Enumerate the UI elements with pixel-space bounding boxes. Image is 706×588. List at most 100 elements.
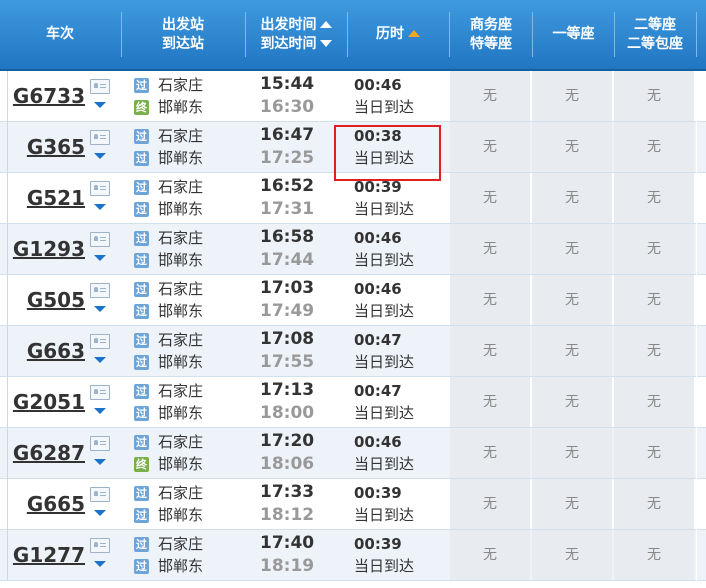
to-station-badge: 过	[134, 202, 149, 217]
column-divider	[696, 326, 697, 377]
train-number-link[interactable]: G665	[10, 479, 85, 529]
duration: 00:39	[354, 535, 402, 553]
second-seat-value: 无	[647, 445, 661, 461]
to-station: 邯郸东	[158, 506, 204, 524]
train-number-link[interactable]: G2051	[10, 377, 85, 427]
depart-time: 17:13	[260, 380, 315, 400]
depart-time: 16:47	[260, 125, 315, 145]
first-seat-value: 无	[565, 394, 579, 410]
chevron-down-icon[interactable]	[94, 510, 106, 516]
row-border	[7, 377, 8, 428]
sort-depart-time[interactable]: 出发时间	[261, 16, 332, 35]
chevron-down-icon[interactable]	[94, 459, 106, 465]
business-seat-cell: 无	[450, 275, 530, 325]
column-divider	[696, 71, 697, 122]
first-seat-cell: 无	[532, 377, 612, 427]
passenger-card-icon[interactable]	[90, 232, 110, 247]
second-seat-value: 无	[647, 547, 661, 563]
business-seat-value: 无	[483, 292, 497, 308]
passenger-card-icon[interactable]	[90, 436, 110, 451]
chevron-down-icon[interactable]	[94, 153, 106, 159]
passenger-card-icon[interactable]	[90, 334, 110, 349]
to-station-badge: 终	[134, 457, 149, 472]
second-seat-cell: 无	[614, 71, 694, 121]
first-seat-cell: 无	[532, 275, 612, 325]
from-station-badge: 过	[134, 180, 149, 195]
business-seat-cell: 无	[450, 224, 530, 274]
column-divider	[696, 428, 697, 479]
from-station: 石家庄	[158, 127, 204, 145]
passenger-card-icon[interactable]	[90, 181, 110, 196]
header-first: 一等座	[533, 0, 614, 69]
chevron-down-icon[interactable]	[94, 102, 106, 108]
passenger-card-icon[interactable]	[90, 130, 110, 145]
first-seat-cell: 无	[532, 122, 612, 172]
table-row: G663 过石家庄过邯郸东 17:08 17:55 00:47 当日到达 无 无 无	[0, 326, 706, 377]
header-separator	[696, 12, 697, 57]
duration: 00:39	[354, 484, 402, 502]
business-seat-value: 无	[483, 547, 497, 563]
train-number-link[interactable]: G365	[10, 122, 85, 172]
from-station: 石家庄	[158, 535, 204, 553]
from-station-badge: 过	[134, 435, 149, 450]
table-row: G505 过石家庄过邯郸东 17:03 17:49 00:46 当日到达 无 无 无	[0, 275, 706, 326]
from-station: 石家庄	[158, 178, 204, 196]
sort-arrive-time[interactable]: 到达时间	[261, 35, 332, 54]
column-divider	[696, 224, 697, 275]
second-seat-value: 无	[647, 394, 661, 410]
from-station-badge: 过	[134, 537, 149, 552]
depart-time: 17:03	[260, 278, 315, 298]
train-number-link[interactable]: G1277	[10, 530, 85, 580]
first-seat-value: 无	[565, 139, 579, 155]
train-number-link[interactable]: G6287	[10, 428, 85, 478]
business-seat-cell: 无	[450, 173, 530, 223]
sort-down-icon	[319, 39, 332, 47]
train-number-link[interactable]: G1293	[10, 224, 85, 274]
business-seat-cell: 无	[450, 326, 530, 376]
chevron-down-icon[interactable]	[94, 408, 106, 414]
header-train-no-label: 车次	[46, 26, 74, 42]
depart-time: 16:52	[260, 176, 315, 196]
second-seat-cell: 无	[614, 479, 694, 529]
header-train-no: 车次	[0, 0, 120, 69]
header-times[interactable]: 出发时间 到达时间	[246, 0, 346, 69]
row-border	[7, 428, 8, 479]
row-border	[7, 224, 8, 275]
header-duration[interactable]: 历时	[348, 0, 448, 69]
passenger-card-icon[interactable]	[90, 385, 110, 400]
chevron-down-icon[interactable]	[94, 255, 106, 261]
depart-time: 17:40	[260, 533, 315, 553]
row-border	[7, 122, 8, 173]
passenger-card-icon[interactable]	[90, 538, 110, 553]
second-seat-value: 无	[647, 139, 661, 155]
business-seat-value: 无	[483, 394, 497, 410]
chevron-down-icon[interactable]	[94, 204, 106, 210]
business-seat-value: 无	[483, 343, 497, 359]
arrival-day: 当日到达	[354, 353, 415, 371]
passenger-card-icon[interactable]	[90, 487, 110, 502]
passenger-card-icon[interactable]	[90, 79, 110, 94]
row-border	[7, 275, 8, 326]
business-seat-cell: 无	[450, 530, 530, 580]
train-number-link[interactable]: G505	[10, 275, 85, 325]
train-number-link[interactable]: G521	[10, 173, 85, 223]
chevron-down-icon[interactable]	[94, 561, 106, 567]
chevron-down-icon[interactable]	[94, 357, 106, 363]
arrival-day: 当日到达	[354, 557, 415, 575]
train-number-link[interactable]: G6733	[10, 71, 85, 121]
header-second-box-label: 二等包座	[627, 35, 683, 52]
train-number-link[interactable]: G663	[10, 326, 85, 376]
passenger-card-icon[interactable]	[90, 283, 110, 298]
sort-up-icon	[319, 20, 332, 28]
duration: 00:46	[354, 280, 402, 298]
to-station-badge: 过	[134, 151, 149, 166]
chevron-down-icon[interactable]	[94, 306, 106, 312]
row-border	[7, 173, 8, 224]
header-second: 二等座 二等包座	[615, 0, 695, 69]
business-seat-value: 无	[483, 88, 497, 104]
first-seat-value: 无	[565, 496, 579, 512]
header-arrive-station: 到达站	[162, 35, 204, 52]
from-station: 石家庄	[158, 76, 204, 94]
from-station-badge: 过	[134, 78, 149, 93]
business-seat-value: 无	[483, 496, 497, 512]
